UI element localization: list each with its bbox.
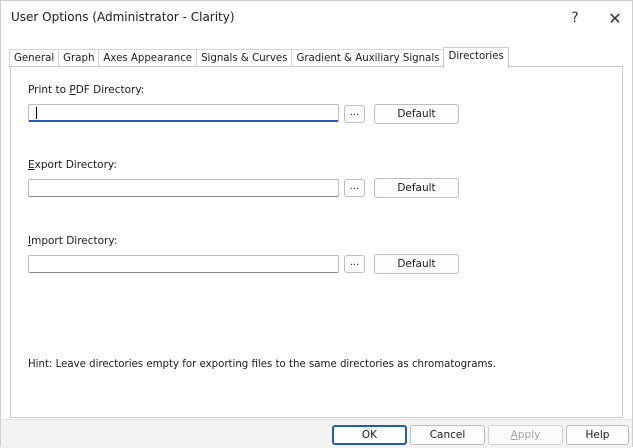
print-pdf-directory-label: Print to PDF Directory: <box>28 84 145 96</box>
export-directory-label: Export Directory: <box>28 159 117 171</box>
print-pdf-browse-button[interactable]: ... <box>344 105 365 123</box>
export-directory-input[interactable] <box>28 179 339 197</box>
dialog-title: User Options (Administrator - Clarity) <box>11 10 235 24</box>
import-directory-input[interactable] <box>28 255 339 273</box>
hint-text: Hint: Leave directories empty for export… <box>28 359 496 370</box>
help-button[interactable]: Help <box>566 425 629 445</box>
cancel-button[interactable]: Cancel <box>410 425 485 445</box>
close-icon[interactable]: ✕ <box>595 4 633 32</box>
tab-directories[interactable]: Directories <box>443 47 509 68</box>
text-caret <box>36 107 37 119</box>
print-pdf-default-button[interactable]: Default <box>374 104 459 124</box>
export-default-button[interactable]: Default <box>374 178 459 198</box>
import-directory-label: Import Directory: <box>28 235 118 247</box>
import-default-button[interactable]: Default <box>374 254 459 274</box>
export-browse-button[interactable]: ... <box>344 179 365 197</box>
title-bar: User Options (Administrator - Clarity) ?… <box>1 1 632 35</box>
print-pdf-directory-input[interactable] <box>28 104 339 122</box>
import-browse-button[interactable]: ... <box>344 255 365 273</box>
ok-button[interactable]: OK <box>332 425 407 445</box>
apply-button[interactable]: Apply <box>488 425 563 445</box>
help-icon[interactable]: ? <box>555 4 595 32</box>
tab-strip: General Graph Axes Appearance Signals & … <box>9 47 509 68</box>
user-options-dialog: User Options (Administrator - Clarity) ?… <box>0 0 633 448</box>
